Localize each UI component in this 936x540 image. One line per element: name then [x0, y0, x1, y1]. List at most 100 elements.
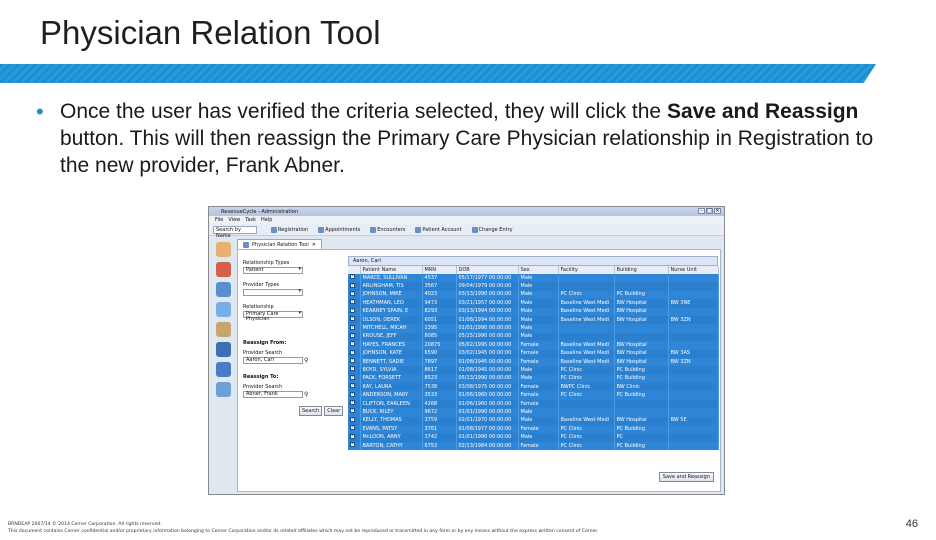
person-icon[interactable]: [215, 242, 231, 257]
table-row[interactable]: BENNETT, SADIE789701/08/1945 00:00:00Fem…: [348, 357, 719, 367]
relationship-types-select[interactable]: Patient: [243, 267, 303, 274]
row-checkbox[interactable]: [350, 433, 355, 440]
table-row[interactable]: MITCHELL, MICAH139501/01/1990 00:00:00Ma…: [348, 324, 719, 333]
row-checkbox[interactable]: [350, 350, 355, 356]
row-checkbox[interactable]: [350, 383, 355, 389]
table-cell: [558, 408, 615, 417]
row-checkbox[interactable]: [350, 291, 355, 297]
row-checkbox[interactable]: [350, 316, 355, 322]
column-header[interactable]: Nurse Unit: [668, 266, 719, 274]
row-checkbox[interactable]: [350, 341, 355, 347]
relationship-select[interactable]: Primary Care Physician: [243, 311, 303, 322]
column-header[interactable]: Sex: [518, 266, 559, 274]
table-cell: BARTON, CATHY: [360, 441, 423, 451]
row-checkbox[interactable]: [350, 408, 355, 414]
table-cell: 03/02/1945 00:00:00: [456, 349, 519, 358]
table-row[interactable]: McLOON, ARNY374201/01/1990 00:00:00MaleP…: [348, 433, 719, 442]
row-checkbox[interactable]: [350, 425, 355, 431]
table-row[interactable]: KELLY, THOMAS375902/01/1970 00:00:00Male…: [348, 416, 719, 426]
table-cell: PC Clinic: [558, 374, 615, 384]
table-row[interactable]: HAYES, FRANCES2087505/02/1995 00:00:00Fe…: [348, 341, 719, 350]
row-checkbox[interactable]: [350, 442, 355, 448]
row-checkbox[interactable]: [350, 282, 355, 289]
grid-provider-title: Aaron, Carl: [348, 256, 718, 266]
maximize-icon[interactable]: □: [706, 208, 713, 214]
reassign-to-input[interactable]: Abner, Frank ⚲: [243, 391, 308, 398]
table-row[interactable]: HEATHMAN, LEO947303/21/1957 00:00:00Male…: [348, 299, 719, 308]
column-header[interactable]: Building: [614, 266, 669, 274]
table-row[interactable]: KEARNEY SPAIN, E829303/13/1994 00:00:00M…: [348, 307, 719, 316]
clear-button[interactable]: Clear: [324, 406, 344, 416]
people-icon[interactable]: [215, 262, 231, 277]
table-row[interactable]: KAY, LAURA753803/08/1975 00:00:00FemaleB…: [348, 383, 719, 392]
row-checkbox[interactable]: [350, 400, 355, 406]
table-row[interactable]: MARCE, SULLIVAN453705/17/1977 00:00:00Ma…: [348, 274, 719, 283]
row-checkbox[interactable]: [350, 358, 355, 364]
column-header[interactable]: Facility: [558, 266, 615, 274]
tab-physician-relation-tool[interactable]: Physician Relation Tool ✕: [237, 239, 322, 249]
building-icon[interactable]: [215, 322, 231, 337]
medical-icon[interactable]: [215, 282, 231, 297]
menu-item[interactable]: File: [215, 217, 223, 223]
table-row[interactable]: BUCK, RILEY967201/01/1990 00:00:00Male: [348, 408, 719, 417]
provider-types-select[interactable]: [243, 289, 303, 296]
table-row[interactable]: PACK, FORSETT852305/13/1990 00:00:00Male…: [348, 374, 719, 384]
toolbar-button[interactable]: Patient Account: [413, 226, 463, 233]
reassign-from-input[interactable]: Aaron, Carl ⚲: [243, 357, 308, 364]
table-row[interactable]: JOHNSON, KATE659003/02/1945 00:00:00Fema…: [348, 349, 719, 358]
table-cell: [614, 282, 669, 291]
table-row[interactable]: KROUSE, JEFF808505/15/1990 00:00:00Male: [348, 332, 719, 342]
tab-strip: Physician Relation Tool ✕: [237, 239, 322, 249]
calendar-icon[interactable]: [215, 342, 231, 357]
table-row[interactable]: JOHNSON, MIKE402303/13/1990 00:00:00Male…: [348, 290, 719, 300]
row-checkbox[interactable]: [350, 375, 355, 381]
row-checkbox[interactable]: [350, 391, 355, 398]
search-button[interactable]: Search: [299, 406, 323, 416]
clipboard-icon[interactable]: [215, 302, 231, 317]
row-checkbox[interactable]: [350, 417, 355, 423]
close-icon[interactable]: ×: [714, 208, 721, 214]
search-icon[interactable]: ⚲: [304, 357, 311, 364]
table-cell: PC Clinic: [558, 366, 615, 375]
table-row[interactable]: ANDERSON, MARY353301/06/1960 00:00:00Fem…: [348, 391, 719, 400]
search-icon[interactable]: ⚲: [304, 391, 311, 398]
menu-item[interactable]: Task: [245, 217, 256, 223]
row-checkbox[interactable]: [350, 274, 355, 280]
row-checkbox[interactable]: [350, 333, 355, 339]
row-checkbox[interactable]: [350, 366, 355, 372]
toolbar-button[interactable]: Encounters: [368, 226, 407, 233]
table-row[interactable]: CLIFTON, EARLEEN426801/06/1960 00:00:00F…: [348, 399, 719, 409]
row-checkbox[interactable]: [350, 324, 355, 331]
table-row[interactable]: OLSON, DEREK605101/08/1994 00:00:00MaleB…: [348, 315, 719, 325]
toolbar-label: Registration: [278, 226, 309, 233]
table-cell: HAYES, FRANCES: [360, 341, 423, 350]
table-row[interactable]: BARTON, CATHY675302/13/1984 00:00:00Fema…: [348, 441, 719, 451]
calendar-gear-icon[interactable]: [215, 362, 231, 377]
table-row[interactable]: BOYD, SYLVIA861701/08/1945 00:00:00MaleP…: [348, 366, 719, 375]
toolbar-button[interactable]: Registration: [269, 226, 310, 233]
table-cell: [668, 290, 719, 300]
row-checkbox[interactable]: [350, 299, 355, 305]
row-checkbox[interactable]: [350, 308, 355, 314]
list-icon[interactable]: [215, 382, 231, 397]
menu-item[interactable]: View: [228, 217, 240, 223]
minimize-icon[interactable]: –: [698, 208, 705, 214]
tab-close-icon[interactable]: ✕: [312, 242, 316, 248]
bullet-point: • Once the user has verified the criteri…: [36, 98, 896, 179]
column-header[interactable]: Patient Name: [360, 266, 423, 274]
column-header[interactable]: MRN: [422, 266, 457, 274]
menu-item[interactable]: Help: [261, 217, 272, 223]
table-row[interactable]: EVANS, PATSY376101/08/1977 00:00:00Femal…: [348, 425, 719, 434]
toolbar-button[interactable]: Appointments: [316, 226, 362, 233]
table-row[interactable]: ARLINGHAM, TIS356709/04/1979 00:00:00Mal…: [348, 282, 719, 291]
table-cell: Female: [518, 341, 559, 350]
table-cell: BW Hospital: [614, 315, 669, 325]
save-and-reassign-button[interactable]: Save and Reassign: [658, 472, 714, 482]
table-cell: 3742: [422, 433, 457, 442]
table-cell: 8523: [422, 374, 457, 384]
toolbar-button[interactable]: Change Entry: [470, 226, 515, 233]
search-input[interactable]: Search by Name: [213, 225, 257, 239]
table-cell: 7538: [422, 383, 457, 392]
column-header[interactable]: [348, 266, 361, 274]
column-header[interactable]: DOB: [456, 266, 519, 274]
